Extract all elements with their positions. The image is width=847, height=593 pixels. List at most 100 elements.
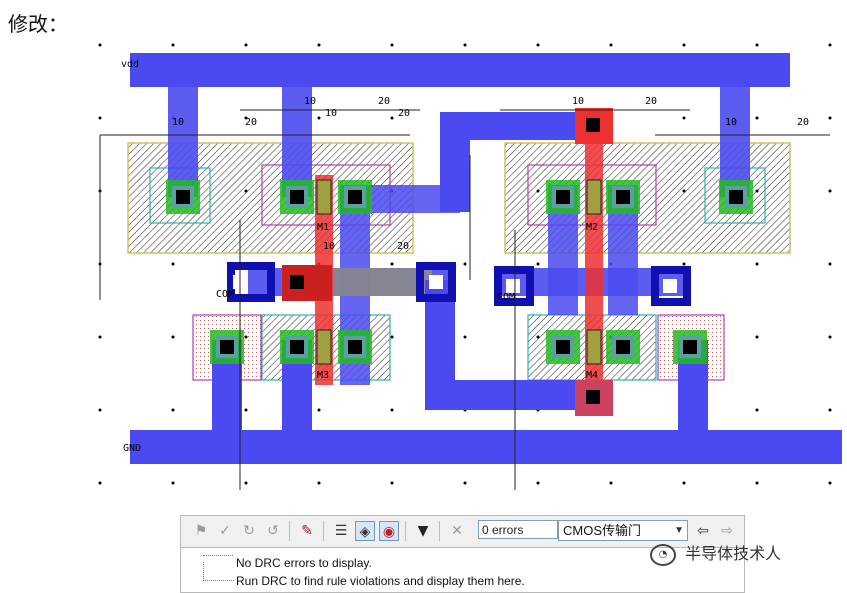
ruler-label-20e: 20	[398, 108, 410, 119]
gnd-rail[interactable]	[130, 430, 842, 464]
ruler-label-20c: 20	[245, 117, 257, 128]
grid-dot	[244, 43, 248, 47]
grid-dot	[828, 116, 832, 120]
drc-message-1: No DRC errors to display.	[236, 556, 372, 570]
contact-core	[586, 118, 600, 132]
gate-body-m3	[316, 329, 332, 365]
contact-core	[729, 190, 743, 204]
grid-dot	[390, 335, 394, 339]
gnd-label: GND	[123, 443, 141, 454]
grid-dot	[171, 43, 175, 47]
highlight-icon[interactable]: ◈	[355, 521, 375, 541]
contact-core	[348, 340, 362, 354]
ruler-label-10a: 10	[304, 96, 316, 107]
ruler-label-20d: 20	[797, 117, 809, 128]
contact-core	[663, 279, 677, 293]
grid-dot	[463, 262, 467, 266]
grid-dot	[536, 481, 540, 485]
ruler-label-20b: 20	[645, 96, 657, 107]
grid-dot	[828, 189, 832, 193]
grid-dot	[463, 481, 467, 485]
vdd-label: vdd	[121, 59, 139, 70]
dropdown-arrow-icon[interactable]: ▼	[413, 521, 433, 541]
target-icon[interactable]: ◉	[379, 521, 399, 541]
contact-core	[506, 279, 520, 293]
grid-dot	[755, 335, 759, 339]
transistor-label-m3: M3	[317, 370, 329, 381]
ruler-label-10b: 10	[572, 96, 584, 107]
com-left-label: COM	[216, 289, 234, 300]
grid-dot	[609, 481, 613, 485]
contact-core	[348, 190, 362, 204]
grid-dot	[317, 408, 321, 412]
grid-dot	[755, 43, 759, 47]
com-right-label: COM	[497, 292, 515, 303]
grid-dot	[755, 116, 759, 120]
grid-dot	[98, 43, 102, 47]
grid-dot	[828, 335, 832, 339]
grid-dot	[390, 481, 394, 485]
tree-connector	[203, 555, 233, 556]
grid-dot	[828, 481, 832, 485]
grid-dot	[463, 335, 467, 339]
contact-core	[556, 190, 570, 204]
errors-count-field[interactable]: 0 errors	[478, 520, 558, 539]
ruler-label-10d: 10	[725, 117, 737, 128]
grid-dot	[390, 408, 394, 412]
ruler-label-10c: 10	[172, 117, 184, 128]
contact-core	[429, 275, 443, 289]
grid-dot	[682, 43, 686, 47]
grid-dot	[244, 481, 248, 485]
forward-arrow-icon[interactable]: ⇨	[717, 521, 737, 541]
vdd-rail[interactable]	[130, 53, 790, 87]
metal-center-bottom[interactable]	[425, 380, 585, 410]
contact-core	[616, 190, 630, 204]
chevron-down-icon: ▼	[674, 525, 684, 536]
back-arrow-icon[interactable]: ⇦	[693, 521, 713, 541]
cell-select-value: CMOS传输门	[563, 523, 642, 538]
grid-dot	[755, 408, 759, 412]
contact-core	[290, 275, 304, 289]
grid-dot	[171, 408, 175, 412]
ruler-label-10e: 10	[325, 108, 337, 119]
grid-dot	[171, 262, 175, 266]
undo-icon[interactable]: ↺	[263, 521, 283, 541]
grid-dot	[98, 481, 102, 485]
gate-body-m2	[586, 179, 602, 215]
contact-core	[556, 340, 570, 354]
ruler-label-20f: 20	[397, 241, 409, 252]
ruler-label-20a: 20	[378, 96, 390, 107]
grid-dot	[828, 408, 832, 412]
grid-dot	[755, 262, 759, 266]
cell-select[interactable]: CMOS传输门 ▼	[558, 520, 688, 541]
contact-core	[616, 340, 630, 354]
grid-dot	[171, 481, 175, 485]
grid-dot	[390, 43, 394, 47]
poly-left-com-pad[interactable]	[282, 265, 332, 301]
grid-dot	[828, 262, 832, 266]
grid-dot	[390, 116, 394, 120]
drc-message-2: Run DRC to find rule violations and disp…	[236, 574, 525, 588]
grid-dot	[390, 262, 394, 266]
drc-check-icon[interactable]: ✓	[215, 521, 235, 541]
grid-dot	[682, 116, 686, 120]
redo-icon[interactable]: ↻	[239, 521, 259, 541]
grid-dot	[755, 481, 759, 485]
gate-body-m1	[316, 179, 332, 215]
grid-dot	[682, 262, 686, 266]
transistor-label-m2: M2	[586, 222, 598, 233]
wechat-icon: ◔	[650, 543, 676, 566]
grid-dot	[682, 481, 686, 485]
clear-icon[interactable]: ✕	[447, 521, 467, 541]
grid-dot	[536, 262, 540, 266]
layout-canvas[interactable]: vdd GND COM COM M1 M2 M3 M4 10 20 10 20 …	[0, 0, 847, 515]
grid-dot	[98, 335, 102, 339]
drc-settings-icon[interactable]: ✎	[297, 521, 317, 541]
contact-core	[290, 190, 304, 204]
transistor-label-m4: M4	[586, 370, 598, 381]
grid-dot	[463, 43, 467, 47]
list-icon[interactable]: ☰	[331, 521, 351, 541]
transistor-label-m1: M1	[317, 222, 329, 233]
drc-run-icon[interactable]: ⚑	[191, 521, 211, 541]
contact-core	[220, 340, 234, 354]
